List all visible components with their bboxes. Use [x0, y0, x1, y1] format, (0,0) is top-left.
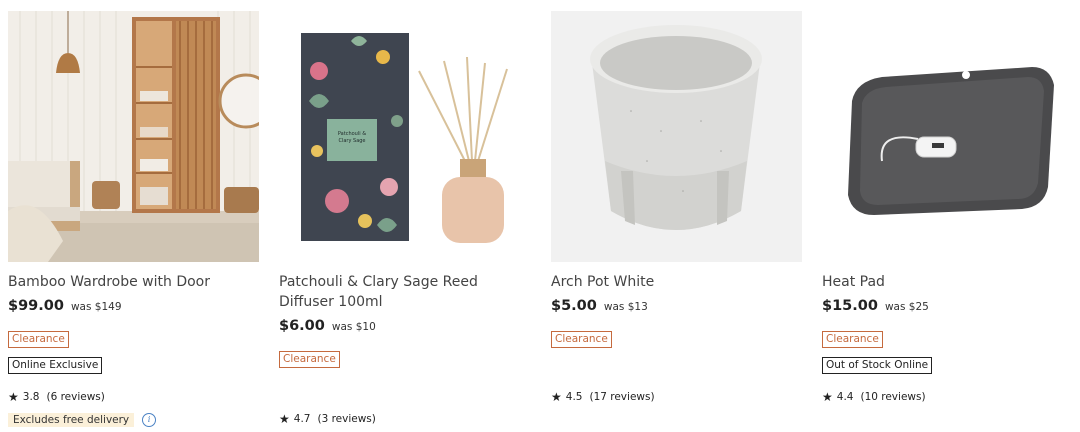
rating[interactable]: ★ 4.5 (17 reviews) [551, 390, 655, 404]
out-of-stock-online-badge: Out of Stock Online [822, 357, 933, 374]
rating[interactable]: ★ 3.8 (6 reviews) [8, 390, 105, 404]
product-title[interactable]: Arch Pot White [551, 272, 802, 292]
price-row: $6.00 was $10 [279, 318, 530, 334]
svg-text:Clary Sage: Clary Sage [338, 138, 365, 144]
rating-value: 4.7 [293, 413, 311, 425]
product-grid: Bamboo Wardrobe with Door $99.00 was $14… [0, 0, 1080, 432]
star-icon: ★ [279, 412, 290, 426]
current-price: $5.00 [551, 298, 597, 314]
was-price: was $13 [603, 301, 648, 313]
rating-value: 3.8 [22, 391, 40, 403]
tag-list: Clearance Out of Stock Online [822, 314, 1073, 374]
star-icon: ★ [8, 390, 19, 404]
clearance-badge: Clearance [8, 331, 69, 348]
clearance-badge: Clearance [822, 331, 883, 348]
product-title[interactable]: Heat Pad [822, 272, 1073, 292]
info-icon[interactable]: i [142, 413, 157, 427]
clearance-badge: Clearance [279, 351, 340, 368]
rating[interactable]: ★ 4.4 (10 reviews) [822, 390, 926, 404]
rating[interactable]: ★ 4.7 (3 reviews) [279, 412, 376, 426]
review-count: (10 reviews) [860, 391, 926, 403]
was-price: was $10 [331, 321, 376, 333]
product-title[interactable]: Bamboo Wardrobe with Door [8, 272, 259, 292]
price-row: $5.00 was $13 [551, 298, 802, 314]
product-title[interactable]: Patchouli & Clary Sage Reed Diffuser 100… [279, 272, 530, 312]
current-price: $6.00 [279, 318, 325, 334]
product-card-arch-pot[interactable]: Arch Pot White $5.00 was $13 Clearance ★… [551, 11, 802, 404]
clearance-badge: Clearance [551, 331, 612, 348]
review-count: (17 reviews) [589, 391, 655, 403]
online-exclusive-badge: Online Exclusive [8, 357, 103, 374]
product-card-reed-diffuser[interactable]: Patchouli & Clary Sage Patchouli & Clary… [279, 11, 530, 426]
current-price: $99.00 [8, 298, 64, 314]
rating-value: 4.5 [565, 391, 583, 403]
rating-value: 4.4 [836, 391, 854, 403]
current-price: $15.00 [822, 298, 878, 314]
tag-list: Clearance [551, 314, 802, 348]
review-count: (6 reviews) [46, 391, 105, 403]
price-row: $15.00 was $25 [822, 298, 1073, 314]
star-icon: ★ [551, 390, 562, 404]
was-price: was $25 [884, 301, 929, 313]
excludes-free-delivery-badge: Excludes free delivery [8, 413, 135, 427]
delivery-note: Excludes free delivery i [8, 413, 157, 427]
star-icon: ★ [822, 390, 833, 404]
was-price: was $149 [70, 301, 122, 313]
review-count: (3 reviews) [317, 413, 376, 425]
product-card-bamboo-wardrobe[interactable]: Bamboo Wardrobe with Door $99.00 was $14… [8, 11, 259, 427]
svg-text:Patchouli &: Patchouli & [338, 131, 366, 137]
arch-pot-image[interactable] [551, 11, 802, 262]
heat-pad-image[interactable] [822, 11, 1073, 262]
tag-list: Clearance [279, 334, 530, 368]
price-row: $99.00 was $149 [8, 298, 259, 314]
bamboo-wardrobe-image[interactable] [8, 11, 259, 262]
tag-list: Clearance Online Exclusive [8, 314, 259, 374]
product-card-heat-pad[interactable]: Heat Pad $15.00 was $25 Clearance Out of… [822, 11, 1073, 404]
reed-diffuser-image[interactable]: Patchouli & Clary Sage [279, 11, 530, 262]
